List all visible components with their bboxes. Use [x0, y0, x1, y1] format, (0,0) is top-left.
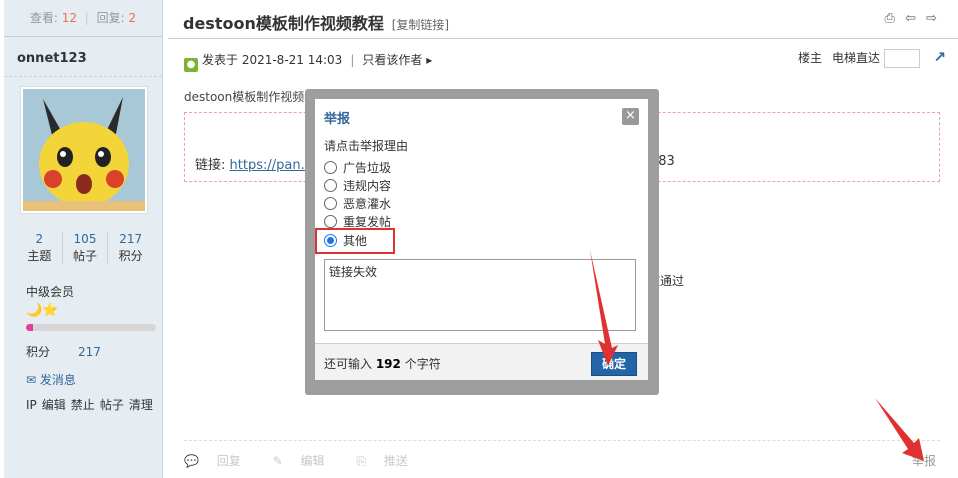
- only-author-link[interactable]: 只看该作者 ▸: [362, 53, 432, 67]
- author-username[interactable]: onnet123: [4, 37, 162, 66]
- avatar[interactable]: [20, 86, 148, 214]
- floor-nav: 楼主 电梯直达: [798, 49, 920, 68]
- stat-value: 105: [73, 232, 97, 246]
- remain-count: 192: [375, 357, 401, 371]
- edit-label: 编辑: [300, 454, 325, 468]
- admin-clean-link[interactable]: 清理: [129, 398, 153, 412]
- pikachu-avatar-image: [23, 89, 145, 211]
- report-button[interactable]: 举报: [912, 452, 936, 469]
- radio-button[interactable]: [324, 178, 337, 192]
- reason-label: 重复发帖: [343, 214, 392, 229]
- admin-posts-link[interactable]: 帖子: [100, 398, 124, 412]
- stat-label: 积分: [118, 249, 143, 263]
- reason-option-other[interactable]: 其他: [324, 231, 367, 249]
- points-label: 积分: [26, 345, 51, 359]
- radio-button[interactable]: [324, 214, 337, 228]
- reason-label: 广告垃圾: [343, 160, 392, 175]
- author-stats: 2 主题 105 帖子 217 积分: [17, 231, 153, 265]
- pencil-icon: ✎: [272, 454, 283, 468]
- replies-count: 2: [128, 11, 137, 25]
- send-message-link[interactable]: ✉ 发消息: [26, 371, 76, 388]
- share-link[interactable]: https://pan.b: [230, 158, 313, 173]
- reply-icon: 💬: [184, 454, 199, 468]
- divider: [168, 38, 958, 39]
- send-message-label: 发消息: [39, 373, 76, 387]
- member-level[interactable]: 中级会员: [26, 283, 74, 300]
- views-label: 查看:: [29, 11, 58, 25]
- post-body-text: destoon模板制作视频教: [184, 90, 317, 104]
- radio-button[interactable]: [324, 160, 337, 174]
- link-label: 链接:: [195, 158, 230, 173]
- floor-label: 楼主: [797, 51, 822, 65]
- reason-option[interactable]: 违规内容: [324, 176, 391, 194]
- replies-label: 回复:: [96, 11, 125, 25]
- promote-button[interactable]: ⎘ 推送: [356, 454, 421, 468]
- admin-edit-link[interactable]: 编辑: [42, 398, 66, 412]
- radio-button[interactable]: [324, 196, 337, 210]
- meta-divider: |: [350, 53, 355, 67]
- envelope-icon: ✉: [26, 373, 37, 387]
- author-sidebar: 查看: 12 | 回复: 2 onnet123 2 主题 105 帖子 217 …: [4, 0, 163, 478]
- thread-stats: 查看: 12 | 回复: 2: [4, 0, 162, 37]
- dialog-prompt: 请点击举报理由: [324, 139, 409, 153]
- promote-label: 推送: [383, 454, 408, 468]
- elevator-label: 电梯直达: [831, 51, 880, 65]
- reply-button[interactable]: 💬 回复: [184, 454, 255, 468]
- level-progress-fill: [26, 324, 33, 331]
- radio-button-selected[interactable]: [324, 233, 337, 247]
- divider: [184, 440, 940, 441]
- thread-header: destoon模板制作视频教程 [复制链接]: [183, 10, 449, 34]
- jump-go-icon[interactable]: ↗: [933, 48, 946, 66]
- stat-label: 主题: [27, 249, 52, 263]
- reason-label: 恶意灌水: [343, 196, 392, 211]
- thread-title: destoon模板制作视频教程: [183, 14, 384, 33]
- admin-ban-link[interactable]: 禁止: [71, 398, 95, 412]
- reason-label: 其他: [343, 233, 368, 248]
- online-status-icon: ●: [184, 58, 198, 72]
- points-row: 积分 217: [26, 343, 101, 360]
- views-count: 12: [61, 11, 77, 25]
- stat-label: 帖子: [73, 249, 98, 263]
- floor-jump-input[interactable]: [884, 49, 920, 68]
- admin-ip-link[interactable]: IP: [26, 398, 37, 412]
- level-icons: 🌙⭐: [26, 303, 59, 318]
- share-icon: ⎘: [356, 454, 366, 468]
- reply-label: 回复: [216, 454, 241, 468]
- remain-suffix: 个字符: [400, 357, 441, 371]
- stat-threads[interactable]: 2 主题: [17, 231, 63, 265]
- reason-textarea[interactable]: 链接失效: [324, 259, 636, 331]
- close-button[interactable]: ×: [622, 108, 639, 125]
- dialog-footer: 还可输入 192 个字符 确定: [315, 343, 648, 380]
- reason-label: 违规内容: [343, 178, 392, 193]
- report-dialog: 举报 × 请点击举报理由 广告垃圾 违规内容 恶意灌水 重复发帖 其他 链接失效…: [315, 99, 648, 380]
- confirm-button[interactable]: 确定: [591, 352, 637, 376]
- level-progress-bar: [26, 324, 156, 331]
- divider: [4, 76, 162, 77]
- thread-tools[interactable]: ⎙ ⇦ ⇨: [885, 11, 940, 26]
- reason-option[interactable]: 广告垃圾: [324, 158, 391, 176]
- stat-posts[interactable]: 105 帖子: [63, 231, 109, 265]
- stats-divider: |: [84, 11, 89, 25]
- post-actions: 💬 回复 ✎ 编辑 ⎘ 推送: [184, 452, 436, 469]
- post-meta: ● 发表于 2021-8-21 14:03 | 只看该作者 ▸: [184, 51, 432, 72]
- stat-value: 2: [35, 232, 44, 246]
- remain-prefix: 还可输入: [324, 357, 376, 371]
- stat-points[interactable]: 217 积分: [108, 231, 153, 265]
- link-line: 链接: https://pan.b: [195, 154, 313, 173]
- reason-option[interactable]: 重复发帖: [324, 212, 391, 230]
- dialog-title: 举报: [324, 112, 351, 127]
- edit-button[interactable]: ✎ 编辑: [273, 454, 339, 468]
- char-remaining: 还可输入 192 个字符: [324, 355, 441, 372]
- admin-links: IP 编辑 禁止 帖子 清理: [26, 396, 158, 413]
- points-value: 217: [78, 345, 101, 359]
- post-date: 发表于 2021-8-21 14:03: [202, 53, 343, 67]
- copy-link-button[interactable]: [复制链接]: [392, 18, 449, 32]
- stat-value: 217: [119, 232, 143, 246]
- reason-option[interactable]: 恶意灌水: [324, 194, 391, 212]
